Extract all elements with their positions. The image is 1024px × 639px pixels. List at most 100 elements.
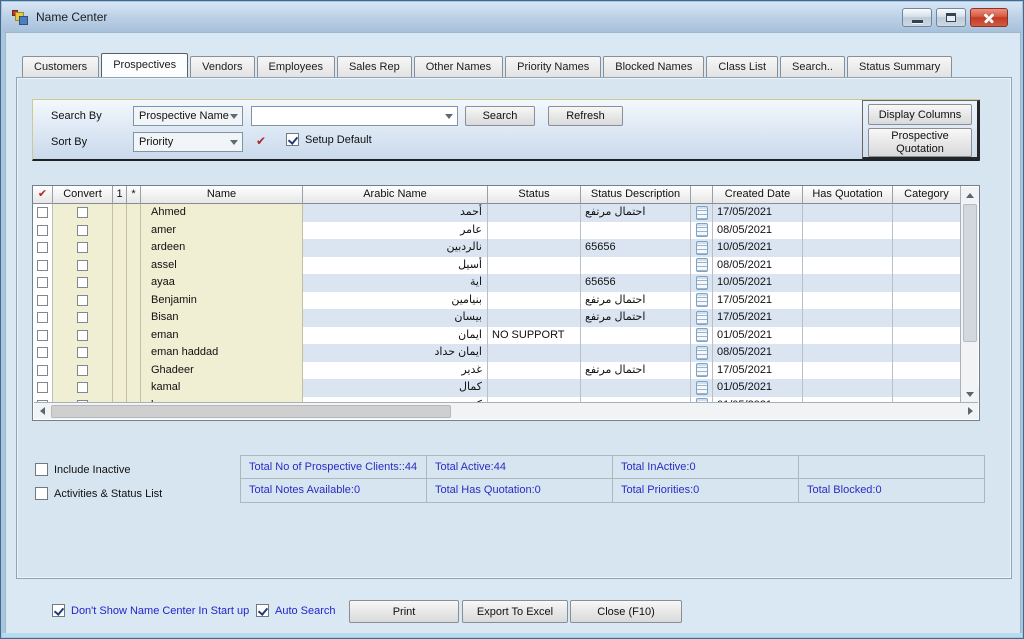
notes-icon[interactable] <box>696 346 708 360</box>
prospective-quotation-button[interactable]: Prospective Quotation <box>868 128 972 157</box>
scroll-right-button[interactable] <box>962 403 978 419</box>
maximize-button[interactable] <box>936 8 966 27</box>
notes-icon[interactable] <box>696 328 708 342</box>
auto-search-checkbox[interactable] <box>256 604 269 617</box>
column-header-name[interactable]: Name <box>141 186 303 204</box>
scroll-left-button[interactable] <box>34 403 50 419</box>
tab-priority-names[interactable]: Priority Names <box>505 56 601 77</box>
column-header-category[interactable]: Category <box>893 186 961 204</box>
row-select-checkbox[interactable] <box>37 295 48 306</box>
table-row[interactable]: Ghadeerغديراحتمال مرتفع17/05/2021 <box>33 362 961 380</box>
row-select-checkbox[interactable] <box>37 225 48 236</box>
table-row[interactable]: emanايمانNO SUPPORT01/05/2021 <box>33 327 961 345</box>
notes-icon[interactable] <box>696 311 708 325</box>
refresh-button[interactable]: Refresh <box>548 106 623 126</box>
tab-sales-rep[interactable]: Sales Rep <box>337 56 412 77</box>
column-header-one[interactable]: 1 <box>113 186 127 204</box>
row-select-checkbox[interactable] <box>37 260 48 271</box>
tab-search[interactable]: Search.. <box>780 56 845 77</box>
scroll-down-button[interactable] <box>961 386 979 402</box>
row-select-checkbox[interactable] <box>37 312 48 323</box>
vertical-scrollbar[interactable] <box>960 187 978 402</box>
column-header-note[interactable] <box>691 186 713 204</box>
table-row[interactable]: ardeenنالردبين6565610/05/2021 <box>33 239 961 257</box>
tab-vendors[interactable]: Vendors <box>190 56 254 77</box>
horizontal-scrollbar[interactable] <box>34 402 978 419</box>
row-select-checkbox[interactable] <box>37 207 48 218</box>
convert-checkbox[interactable] <box>77 312 88 323</box>
table-row[interactable]: Ahmedأحمداحتمال مرتفع17/05/2021 <box>33 204 961 222</box>
search-by-dropdown[interactable]: Prospective Name <box>133 106 243 126</box>
notes-icon[interactable] <box>696 206 708 220</box>
table-row[interactable]: amerعامر08/05/2021 <box>33 222 961 240</box>
table-row[interactable]: Bisanبيساناحتمال مرتفع17/05/2021 <box>33 309 961 327</box>
row-select-checkbox[interactable] <box>37 242 48 253</box>
cell-note <box>691 344 713 362</box>
vertical-scroll-thumb[interactable] <box>963 204 977 342</box>
column-header-arabic-name[interactable]: Arabic Name <box>303 186 488 204</box>
convert-checkbox[interactable] <box>77 260 88 271</box>
column-header-convert[interactable]: Convert <box>53 186 113 204</box>
convert-checkbox[interactable] <box>77 207 88 218</box>
convert-checkbox[interactable] <box>77 330 88 341</box>
close-f10-button[interactable]: Close (F10) <box>570 600 682 623</box>
table-row[interactable]: asselأسيل08/05/2021 <box>33 257 961 275</box>
row-select-checkbox[interactable] <box>37 330 48 341</box>
tab-status-summary[interactable]: Status Summary <box>847 56 952 77</box>
convert-checkbox[interactable] <box>77 347 88 358</box>
notes-icon[interactable] <box>696 381 708 395</box>
tab-class-list[interactable]: Class List <box>706 56 778 77</box>
table-row[interactable]: Benjaminبنياميناحتمال مرتفع17/05/2021 <box>33 292 961 310</box>
column-header-check[interactable]: ✔ <box>33 186 53 204</box>
notes-icon[interactable] <box>696 223 708 237</box>
column-header-created-date[interactable]: Created Date <box>713 186 803 204</box>
scroll-up-button[interactable] <box>961 187 979 203</box>
table-row[interactable]: kamalكمال01/05/2021 <box>33 379 961 397</box>
export-to-excel-button[interactable]: Export To Excel <box>462 600 568 623</box>
close-window-button[interactable] <box>970 8 1008 27</box>
table-row[interactable]: eman haddadايمان حداد08/05/2021 <box>33 344 961 362</box>
include-inactive-checkbox[interactable] <box>35 463 48 476</box>
table-row[interactable]: ayaaاية6565610/05/2021 <box>33 274 961 292</box>
tab-other-names[interactable]: Other Names <box>414 56 503 77</box>
tab-blocked-names[interactable]: Blocked Names <box>603 56 704 77</box>
row-select-checkbox[interactable] <box>37 277 48 288</box>
notes-icon[interactable] <box>696 276 708 290</box>
convert-checkbox[interactable] <box>77 225 88 236</box>
convert-checkbox[interactable] <box>77 277 88 288</box>
horizontal-scroll-thumb[interactable] <box>51 405 451 418</box>
column-header-status-description[interactable]: Status Description <box>581 186 691 204</box>
cell-star <box>127 204 141 222</box>
convert-checkbox[interactable] <box>77 242 88 253</box>
tab-prospectives[interactable]: Prospectives <box>101 53 188 77</box>
convert-checkbox[interactable] <box>77 382 88 393</box>
cell-one <box>113 309 127 327</box>
column-header-status[interactable]: Status <box>488 186 581 204</box>
column-header-star[interactable]: * <box>127 186 141 204</box>
cell-has-quotation <box>803 327 893 345</box>
row-select-checkbox[interactable] <box>37 365 48 376</box>
row-select-checkbox[interactable] <box>37 347 48 358</box>
cell-convert <box>53 379 113 397</box>
notes-icon[interactable] <box>696 241 708 255</box>
print-button[interactable]: Print <box>349 600 459 623</box>
convert-checkbox[interactable] <box>77 295 88 306</box>
cell-note <box>691 362 713 380</box>
tab-employees[interactable]: Employees <box>257 56 335 77</box>
minimize-button[interactable] <box>902 8 932 27</box>
setup-default-checkbox[interactable] <box>286 133 299 146</box>
search-button[interactable]: Search <box>465 106 535 126</box>
activities-status-checkbox[interactable] <box>35 487 48 500</box>
display-columns-button[interactable]: Display Columns <box>868 104 972 125</box>
notes-icon[interactable] <box>696 258 708 272</box>
cell-category <box>893 274 961 292</box>
notes-icon[interactable] <box>696 293 708 307</box>
notes-icon[interactable] <box>696 363 708 377</box>
search-input[interactable] <box>251 106 458 126</box>
row-select-checkbox[interactable] <box>37 382 48 393</box>
convert-checkbox[interactable] <box>77 365 88 376</box>
sort-by-dropdown[interactable]: Priority <box>133 132 243 152</box>
tab-customers[interactable]: Customers <box>22 56 99 77</box>
column-header-has-quotation[interactable]: Has Quotation <box>803 186 893 204</box>
dont-show-checkbox[interactable] <box>52 604 65 617</box>
